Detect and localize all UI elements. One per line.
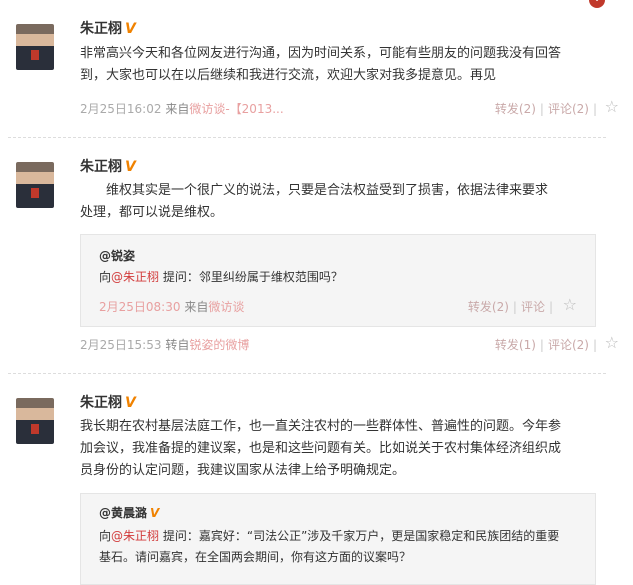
quoted-meta: 2月25日08:30 来自微访谈 xyxy=(99,298,244,315)
author-name-text[interactable]: 朱正栩 xyxy=(80,21,122,37)
post-meta: 2月25日15:53 转自锐姿的微博 xyxy=(80,336,249,353)
author-name-text[interactable]: 朱正栩 xyxy=(80,395,122,411)
repost-button[interactable]: 转发(1) xyxy=(495,338,536,352)
post-text: 我长期在农村基层法庭工作，也一直关注农村的一些群体性、普遍性的问题。今年参 加会… xyxy=(80,416,605,482)
quoted-text: 向@朱正栩 提问：邻里纠纷属于维权范围吗？ xyxy=(99,267,579,288)
post-time[interactable]: 2月25日16:02 xyxy=(80,102,162,116)
post-text-line: 员身份的认定问题，我建议国家从法律上给予明确规定。 xyxy=(80,463,406,478)
post-divider xyxy=(8,373,606,374)
author-name[interactable]: 朱正栩 V xyxy=(80,18,136,38)
post-source[interactable]: 微访谈-【2013... xyxy=(189,102,283,116)
post-meta: 2月25日16:02 来自微访谈-【2013... xyxy=(80,100,284,117)
author-avatar[interactable] xyxy=(16,24,54,70)
author-avatar[interactable] xyxy=(16,162,54,208)
separator: | xyxy=(539,338,544,352)
source-label: 转自 xyxy=(165,338,190,352)
quoted-post: @黄晨潞 V 向@朱正栩 提问：嘉宾好：“司法公正”涉及千家万户，更是国家稳定和民… xyxy=(80,493,596,585)
author-name[interactable]: 朱正栩 V xyxy=(80,156,136,176)
source-label: 来自 xyxy=(165,102,190,116)
quoted-prefix: 向 xyxy=(99,270,112,284)
separator: | xyxy=(548,300,553,314)
post-text-line: 我长期在农村基层法庭工作，也一直关注农村的一些群体性、普遍性的问题。今年参 xyxy=(80,419,562,434)
quoted-comment-button[interactable]: 评论 xyxy=(521,300,545,314)
repost-button[interactable]: 转发(2) xyxy=(495,102,536,116)
post-text-line: 加会议，我准备提的建议案，也是和这些问题有关。比如说关于农村集体经济组织成 xyxy=(80,441,562,456)
quoted-question: 提问：嘉宾好：“司法公正”涉及千家万户，更是国家稳定和民族团结的重要 xyxy=(159,529,560,543)
post-time[interactable]: 2月25日15:53 xyxy=(80,338,162,352)
quoted-source-label: 来自 xyxy=(184,300,209,314)
quoted-author[interactable]: @黄晨潞 V xyxy=(99,504,159,521)
post-source[interactable]: 锐姿的微博 xyxy=(189,338,249,352)
post-text: 维权其实是一个很广义的说法，只要是合法权益受到了损害，依据法律来要求 处理，都可… xyxy=(80,180,605,224)
author-name[interactable]: 朱正栩 V xyxy=(80,392,136,412)
separator: | xyxy=(512,300,517,314)
post-text-line: 处理，都可以说是维权。 xyxy=(80,205,224,220)
separator: | xyxy=(539,102,544,116)
author-name-text[interactable]: 朱正栩 xyxy=(80,159,122,175)
post-text-line: 维权其实是一个很广义的说法，只要是合法权益受到了损害，依据法律来要求 xyxy=(80,183,549,198)
favorite-star-icon[interactable]: ☆ xyxy=(605,97,619,116)
weibo-post-3: 朱正栩 V 我长期在农村基层法庭工作，也一直关注农村的一些群体性、普遍性的问题。今… xyxy=(0,376,633,585)
quoted-time[interactable]: 2月25日08:30 xyxy=(99,300,181,314)
verified-badge-icon: V xyxy=(125,395,136,411)
comment-button[interactable]: 评论(2) xyxy=(548,102,589,116)
quoted-question: 提问：邻里纠纷属于维权范围吗？ xyxy=(159,270,343,284)
post-text-line: 到，大家也可以在以后继续和我进行交流，欢迎大家对我多提意见。再见 xyxy=(80,68,497,83)
post-actions: 转发(2) | 评论(2) | xyxy=(495,100,601,117)
post-text: 非常高兴今天和各位网友进行沟通，因为时间关系，可能有些朋友的问题我没有回答 到，… xyxy=(80,43,605,87)
quoted-actions: 转发(2) | 评论 | xyxy=(468,298,557,315)
verified-badge-icon: V xyxy=(150,506,160,520)
quoted-author-text[interactable]: @黄晨潞 xyxy=(99,506,147,520)
quoted-text: 向@朱正栩 提问：嘉宾好：“司法公正”涉及千家万户，更是国家稳定和民族团结的重要… xyxy=(99,526,579,568)
weibo-post-1: 朱正栩 V 非常高兴今天和各位网友进行沟通，因为时间关系，可能有些朋友的问题我没有… xyxy=(0,0,633,135)
quoted-prefix: 向 xyxy=(99,529,112,543)
verified-badge-icon: V xyxy=(125,21,136,37)
mention-link[interactable]: @朱正栩 xyxy=(111,529,159,543)
post-text-line: 非常高兴今天和各位网友进行沟通，因为时间关系，可能有些朋友的问题我没有回答 xyxy=(80,46,562,61)
favorite-star-icon[interactable]: ☆ xyxy=(605,333,619,352)
verified-badge-icon: V xyxy=(125,159,136,175)
author-avatar[interactable] xyxy=(16,398,54,444)
post-actions: 转发(1) | 评论(2) | xyxy=(495,336,601,353)
quoted-source[interactable]: 微访谈 xyxy=(208,300,244,314)
comment-button[interactable]: 评论(2) xyxy=(548,338,589,352)
post-divider xyxy=(8,137,606,138)
weibo-post-2: 朱正栩 V 维权其实是一个很广义的说法，只要是合法权益受到了损害，依据法律来要求 … xyxy=(0,140,633,372)
mention-link[interactable]: @朱正栩 xyxy=(111,270,159,284)
separator: | xyxy=(592,102,597,116)
quoted-repost-button[interactable]: 转发(2) xyxy=(468,300,509,314)
quoted-post: @锐姿 向@朱正栩 提问：邻里纠纷属于维权范围吗？ 2月25日08:30 来自微… xyxy=(80,234,596,327)
quoted-author[interactable]: @锐姿 xyxy=(99,247,135,264)
separator: | xyxy=(592,338,597,352)
quoted-question: 基石。请问嘉宾，在全国两会期间，你有这方面的议案吗？ xyxy=(99,550,412,564)
quoted-favorite-star-icon[interactable]: ☆ xyxy=(563,295,577,314)
